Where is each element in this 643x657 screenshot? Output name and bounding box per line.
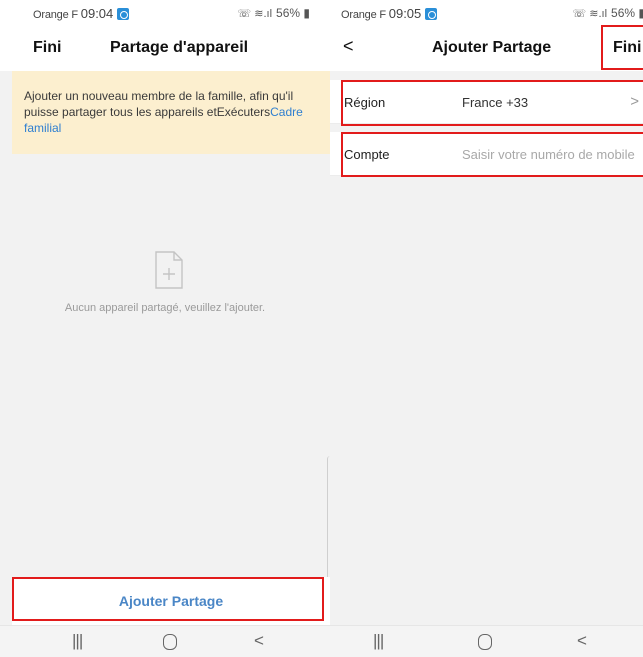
app-notification-icon [117,8,130,20]
home-icon[interactable] [163,634,177,650]
status-icons: ☏ ≋.ıl 56% ▮ [572,6,643,20]
add-file-icon [155,251,183,289]
battery-icon: ▮ [303,6,310,20]
done-button[interactable]: Fini [613,39,641,57]
recents-icon[interactable]: ||| [373,631,384,651]
back-chevron-icon[interactable]: < [343,36,354,57]
right-screen: Orange F 09:05 ☏ ≋.ıl 56% ▮ < Ajouter Par… [330,0,643,657]
battery-level: 56% [276,6,301,20]
page-title: Ajouter Partage [432,39,552,56]
navbar: < Ajouter Partage Fini [330,27,643,71]
add-share-button[interactable]: Ajouter Partage [12,577,330,625]
navbar: Fini Partage d'appareil [0,27,330,71]
status-icons: ☏ ≋.ıl 56% ▮ [237,6,310,20]
add-share-label: Ajouter Partage [118,593,224,609]
app-notification-icon [425,8,438,20]
status-bar: Orange F 09:05 ☏ ≋.ıl 56% ▮ [330,0,643,27]
left-screen: Orange F 09:04 ☏ ≋.ıl 56% ▮ Fini Partage … [0,0,330,657]
region-value: France +33 [462,95,529,110]
region-label: Région [344,95,386,110]
back-icon[interactable]: < [577,631,587,651]
status-bar: Orange F 09:04 ☏ ≋.ıl 56% ▮ [0,0,330,27]
system-nav-bar: ||| < [330,625,643,657]
banner-text: Ajouter un nouveau membre de la famille,… [24,89,294,119]
back-icon[interactable]: < [254,631,264,651]
status-carrier: Orange F 09:05 [341,6,438,21]
status-carrier: Orange F 09:04 [33,6,130,21]
account-phone-input[interactable] [462,141,643,167]
system-nav-bar: ||| < [0,625,330,657]
battery-icon: ▮ [638,6,643,20]
chevron-right-icon: > [630,93,639,110]
account-row: Compte [330,132,643,176]
done-button[interactable]: Fini [33,39,61,57]
wifi-signal-icon: ☏ ≋.ıl [237,8,273,20]
page-title: Partage d'appareil [110,39,249,56]
info-banner: Ajouter un nouveau membre de la famille,… [12,71,330,154]
wifi-signal-icon: ☏ ≋.ıl [572,8,608,20]
recents-icon[interactable]: ||| [72,631,83,651]
account-label: Compte [344,147,390,162]
empty-state-message: Aucun appareil partagé, veuillez l'ajout… [64,302,266,314]
region-row[interactable]: Région France +33 > [330,80,643,124]
home-icon[interactable] [478,634,492,650]
battery-level: 56% [611,6,636,20]
